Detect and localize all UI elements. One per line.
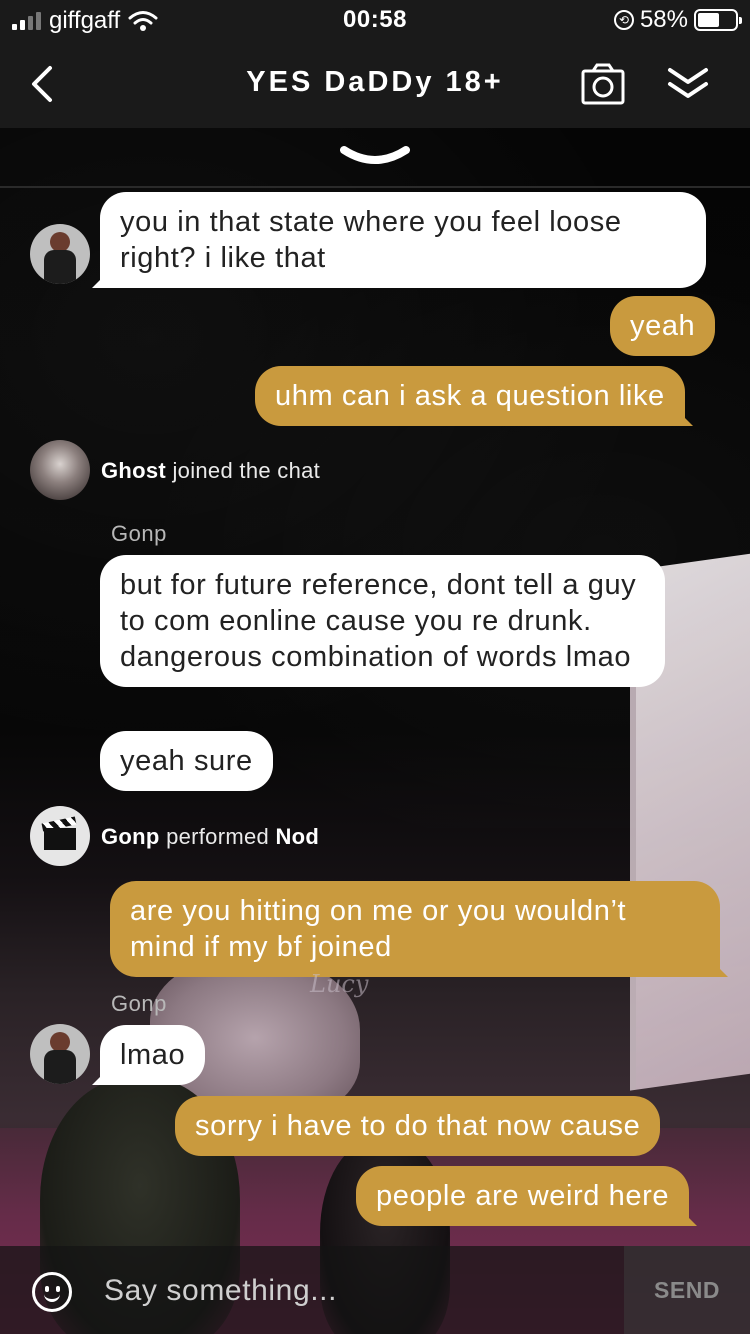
- battery-group: ⟲ 58%: [613, 6, 742, 34]
- outgoing-message: people are weird here: [356, 1166, 698, 1226]
- avatar[interactable]: [30, 224, 90, 284]
- orientation-lock-icon: ⟲: [613, 10, 634, 30]
- battery-level: [698, 13, 719, 27]
- smiley-icon[interactable]: [32, 1272, 72, 1312]
- avatar[interactable]: [30, 1024, 90, 1084]
- avatar[interactable]: [30, 806, 90, 866]
- header-divider: [0, 186, 750, 188]
- expand-room-handle-icon[interactable]: [338, 140, 412, 174]
- incoming-message: you in that state where you feel loose r…: [92, 192, 706, 288]
- status-bar: giffgaff 00:58 ⟲ 58%: [0, 0, 750, 40]
- system-action-notice: Gonp performed Nod: [101, 824, 319, 850]
- sender-name: Gonp: [111, 991, 167, 1016]
- message-input[interactable]: [104, 1268, 604, 1314]
- chat-room-title: YES DaDDy 18+: [246, 66, 504, 98]
- battery-percent: 58%: [639, 6, 688, 33]
- system-action: joined the chat: [172, 458, 321, 483]
- chat-header: YES DaDDy 18+: [0, 40, 750, 128]
- system-user-name: Ghost: [101, 458, 167, 483]
- sender-name: Gonp: [111, 521, 167, 546]
- background-watermark: Lucy: [310, 970, 369, 998]
- system-user-name: Gonp: [101, 824, 160, 849]
- incoming-message: yeah sure: [100, 731, 273, 791]
- send-button[interactable]: SEND: [624, 1246, 750, 1334]
- incoming-message: lmao: [91, 1025, 206, 1085]
- system-action: performed: [166, 824, 270, 849]
- avatar[interactable]: [30, 440, 90, 500]
- camera-icon[interactable]: [580, 62, 626, 106]
- outgoing-message: yeah: [610, 296, 716, 356]
- incoming-message: but for future reference, dont tell a gu…: [100, 555, 665, 687]
- battery-icon: [694, 9, 742, 31]
- system-join-notice: Ghost joined the chat: [101, 458, 320, 484]
- outgoing-message: are you hitting on me or you wouldn’t mi…: [110, 881, 728, 977]
- message-composer: SEND: [0, 1246, 750, 1334]
- outgoing-message: uhm can i ask a question like: [255, 366, 693, 426]
- system-action-object: Nod: [275, 824, 320, 849]
- double-chevron-down-icon[interactable]: [664, 64, 712, 104]
- outgoing-message: sorry i have to do that now cause: [175, 1096, 661, 1156]
